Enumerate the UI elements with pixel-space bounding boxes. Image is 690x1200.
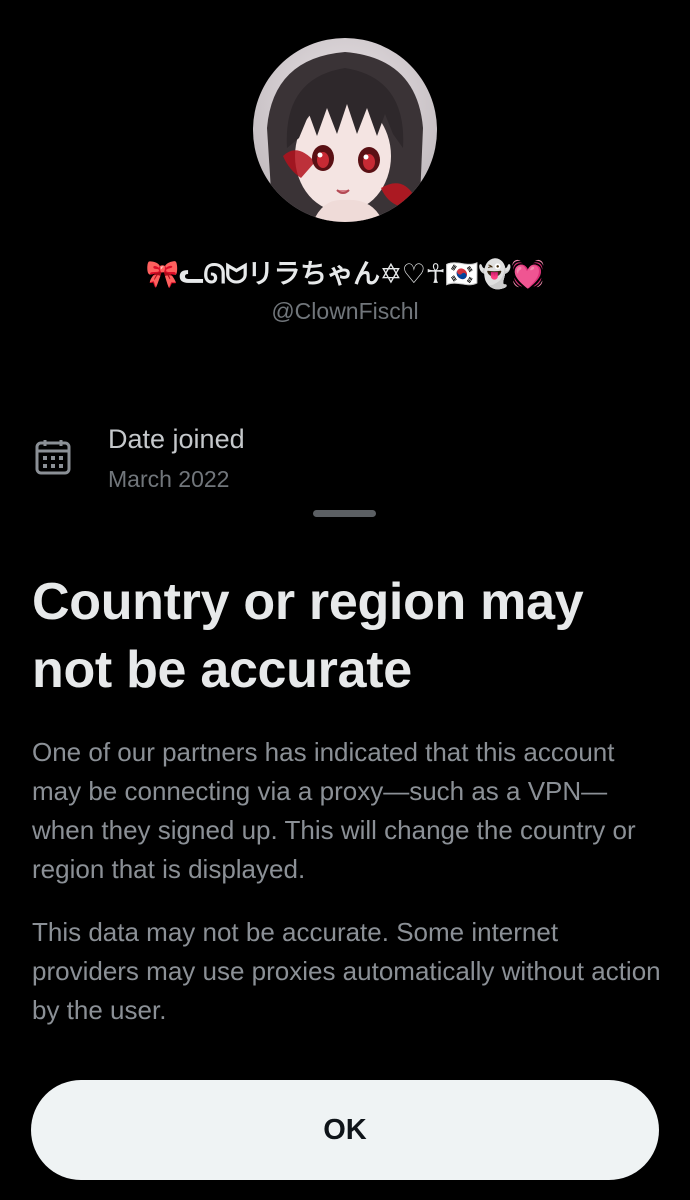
- profile-handle: @ClownFischl: [271, 298, 419, 324]
- date-joined-value: March 2022: [108, 466, 230, 492]
- avatar: [253, 38, 437, 222]
- sheet-paragraph-accuracy: This data may not be accurate. Some inte…: [32, 917, 661, 1025]
- calendar-icon: [35, 440, 71, 475]
- sheet-drag-handle[interactable]: [313, 510, 376, 517]
- date-joined-label: Date joined: [108, 424, 245, 454]
- sheet-title: Country or region may not be accurate: [32, 573, 584, 699]
- sheet-paragraph-proxy: One of our partners has indicated that t…: [32, 737, 636, 884]
- anime-avatar-icon: [253, 38, 437, 222]
- ok-button[interactable]: OK: [31, 1080, 659, 1180]
- display-name: 🎀ᓚᘏᗢリラちゃん✡♡☥🇰🇷👻💓: [145, 259, 545, 290]
- date-joined-row: Date joined March 2022: [34, 424, 654, 500]
